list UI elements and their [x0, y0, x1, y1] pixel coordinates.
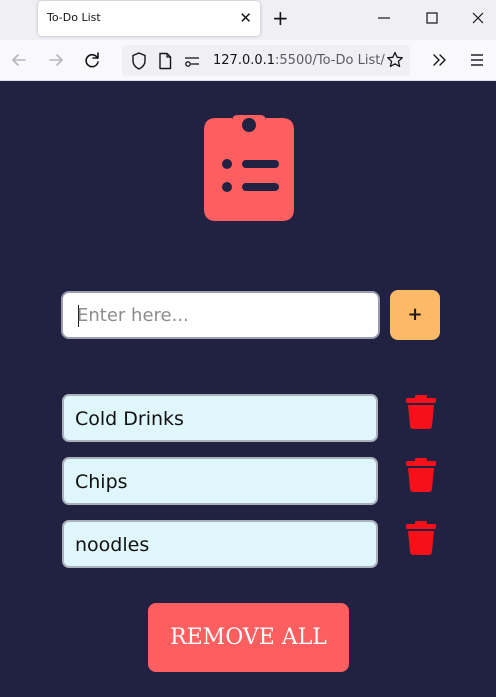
- minimize-icon[interactable]: [372, 6, 396, 30]
- url-path: :5500/To-Do List/: [275, 53, 385, 68]
- trash-icon[interactable]: [406, 458, 436, 492]
- forward-icon[interactable]: [46, 50, 66, 70]
- remove-all-button[interactable]: REMOVE ALL: [148, 603, 349, 672]
- site-permissions-icon[interactable]: [182, 51, 202, 71]
- todo-item: Chips: [62, 457, 378, 505]
- menu-icon[interactable]: [467, 50, 487, 70]
- tab-strip: To-Do List ✕ +: [0, 0, 496, 40]
- tab-title: To-Do List: [47, 11, 101, 24]
- todo-item: noodles: [62, 520, 378, 568]
- url-text: 127.0.0.1:5500/To-Do List/: [213, 53, 385, 68]
- page-icon[interactable]: [155, 51, 175, 71]
- todo-item: Cold Drinks: [62, 394, 378, 442]
- bookmark-star-icon[interactable]: [385, 50, 405, 70]
- new-tab-icon[interactable]: +: [272, 6, 289, 30]
- add-task-button[interactable]: +: [390, 290, 440, 340]
- todo-input[interactable]: [61, 291, 380, 339]
- url-bar[interactable]: 127.0.0.1:5500/To-Do List/: [122, 45, 410, 76]
- overflow-chevrons-icon[interactable]: [430, 50, 450, 70]
- trash-icon[interactable]: [406, 395, 436, 429]
- todo-item-label: noodles: [75, 534, 150, 556]
- tab-close-icon[interactable]: ✕: [239, 7, 252, 29]
- text-caret: [78, 305, 79, 327]
- reload-icon[interactable]: [82, 50, 102, 70]
- todo-app: + Cold Drinks Chips noodles REMOVE ALL: [0, 81, 496, 697]
- browser-tab[interactable]: To-Do List ✕: [38, 1, 260, 36]
- trash-icon[interactable]: [406, 521, 436, 555]
- todo-item-label: Chips: [75, 471, 128, 493]
- todo-item-label: Cold Drinks: [75, 408, 184, 430]
- clipboard-list-icon: [204, 115, 294, 221]
- window-close-icon[interactable]: [466, 6, 490, 30]
- shield-icon[interactable]: [129, 51, 149, 71]
- back-icon[interactable]: [9, 50, 29, 70]
- url-host: 127.0.0.1: [213, 53, 276, 68]
- navigation-toolbar: 127.0.0.1:5500/To-Do List/: [0, 40, 496, 81]
- maximize-icon[interactable]: [420, 6, 444, 30]
